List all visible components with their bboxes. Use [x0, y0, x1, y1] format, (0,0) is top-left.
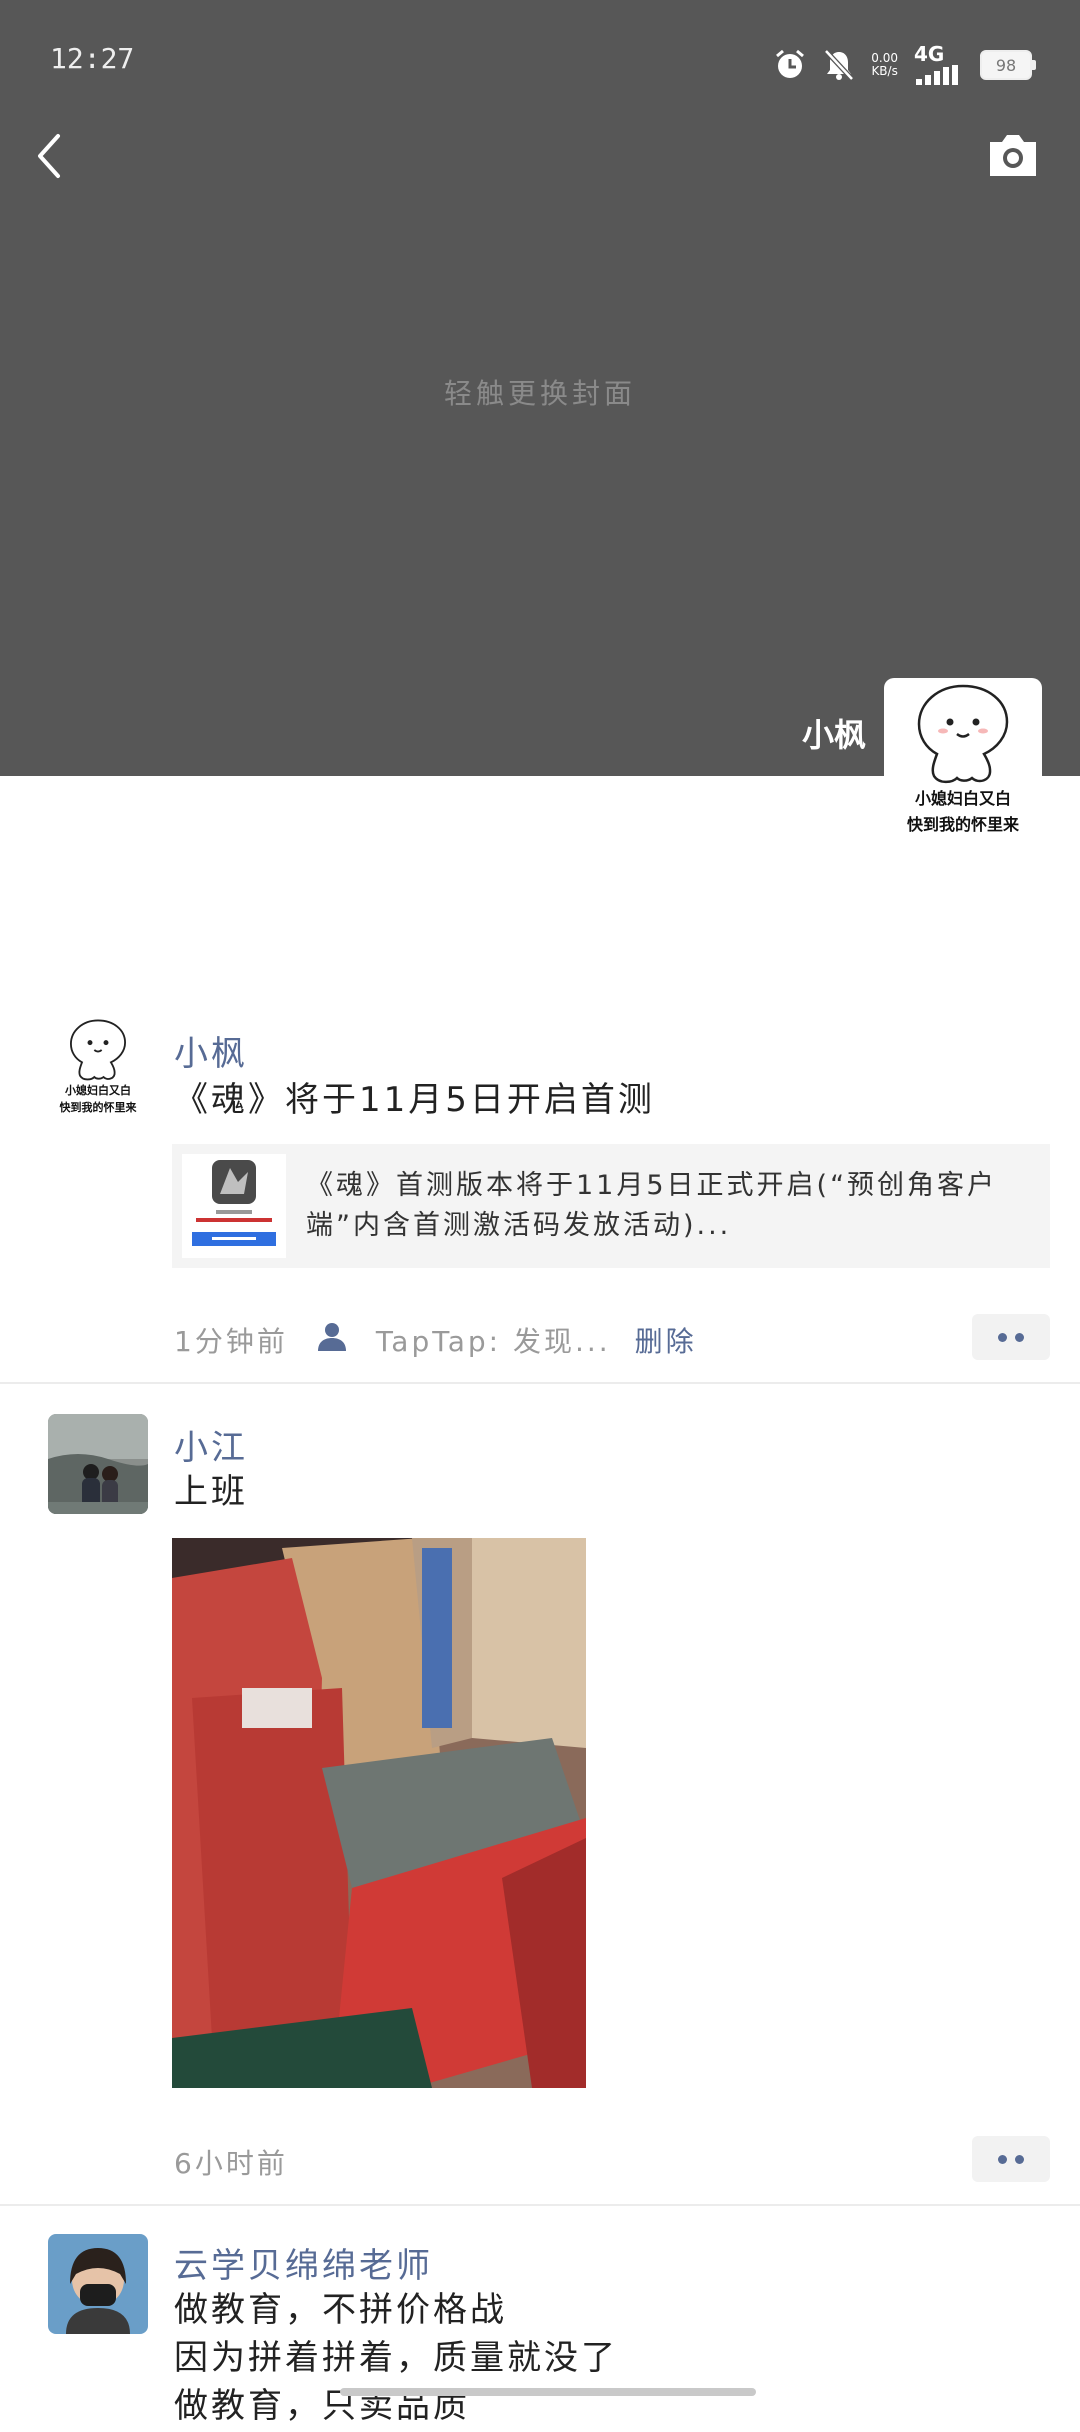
alarm-icon — [773, 48, 807, 82]
link-title: 《魂》首测版本将于11月5日正式开启(“预创角客户端”内含首测激活码发放活动).… — [306, 1170, 998, 1241]
post-text: 上班 — [174, 1472, 248, 1512]
cover-photo[interactable]: 12:27 0.00 KB/s 4G 98 轻触更换封面 小枫 — [0, 0, 1080, 776]
post-nickname[interactable]: 小江 — [174, 1420, 248, 1469]
ghost-sticker-image: 小媳妇白又白 快到我的怀里来 — [884, 682, 1042, 838]
dot-icon — [1015, 2154, 1024, 2164]
contacts-icon — [312, 1321, 352, 1360]
avatar-photo — [48, 2234, 148, 2334]
dot-icon — [998, 1332, 1007, 1342]
dot-icon — [1015, 1332, 1024, 1342]
chevron-left-icon — [38, 134, 60, 178]
delete-button[interactable]: 删除 — [635, 1320, 697, 1360]
avatar-photo — [48, 1414, 148, 1514]
home-indicator[interactable] — [340, 2388, 756, 2396]
post-nickname[interactable]: 小枫 — [174, 1026, 248, 1075]
camera-button[interactable] — [986, 130, 1040, 180]
post-nickname[interactable]: 云学贝绵绵老师 — [174, 2238, 433, 2287]
more-actions-button[interactable] — [972, 2136, 1050, 2182]
shared-link-card[interactable]: 《魂》首测版本将于11月5日正式开启(“预创角客户端”内含首测激活码发放活动).… — [172, 1144, 1050, 1268]
post-time: 6小时前 — [174, 2147, 288, 2180]
ghost-sticker-image: 小媳妇白又白 快到我的怀里来 — [48, 1018, 148, 1116]
post-text-line: 做教育，不拼价格战 — [174, 2290, 507, 2330]
post-avatar[interactable]: 小媳妇白又白 快到我的怀里来 — [48, 1018, 148, 1118]
profile-name: 小枫 — [801, 716, 866, 754]
link-thumbnail — [182, 1154, 286, 1258]
post-source[interactable]: TapTap: 发现... — [376, 1320, 611, 1360]
profile-avatar[interactable]: 小媳妇白又白 快到我的怀里来 — [884, 678, 1042, 836]
more-actions-button[interactable] — [972, 1314, 1050, 1360]
post-text: 《魂》将于11月5日开启首测 — [174, 1080, 655, 1120]
dot-icon — [998, 2154, 1007, 2164]
post-meta: 1分钟前 TapTap: 发现... 删除 — [174, 1320, 697, 1360]
post-photo[interactable] — [172, 1538, 586, 2088]
status-bar: 12:27 0.00 KB/s 4G 98 — [0, 40, 1080, 100]
post-divider — [0, 1382, 1080, 1384]
change-cover-hint[interactable]: 轻触更换封面 — [0, 372, 1080, 412]
conveyor-boxes-image — [172, 1538, 586, 2088]
signal-icon: 4G — [914, 44, 964, 85]
post-text-line: 因为拼着拼着，质量就没了 — [174, 2338, 618, 2378]
back-button[interactable] — [30, 128, 70, 184]
post-divider — [0, 2204, 1080, 2206]
status-time: 12:27 — [50, 42, 135, 75]
post-meta: 6小时前 — [174, 2142, 288, 2182]
post-avatar[interactable] — [48, 2234, 148, 2334]
battery-icon: 98 — [980, 50, 1036, 80]
net-speed: 0.00 KB/s — [871, 51, 898, 78]
post-avatar[interactable] — [48, 1414, 148, 1514]
post-time: 1分钟前 — [174, 1325, 288, 1358]
camera-icon — [990, 135, 1036, 176]
mute-bell-icon — [823, 48, 855, 82]
